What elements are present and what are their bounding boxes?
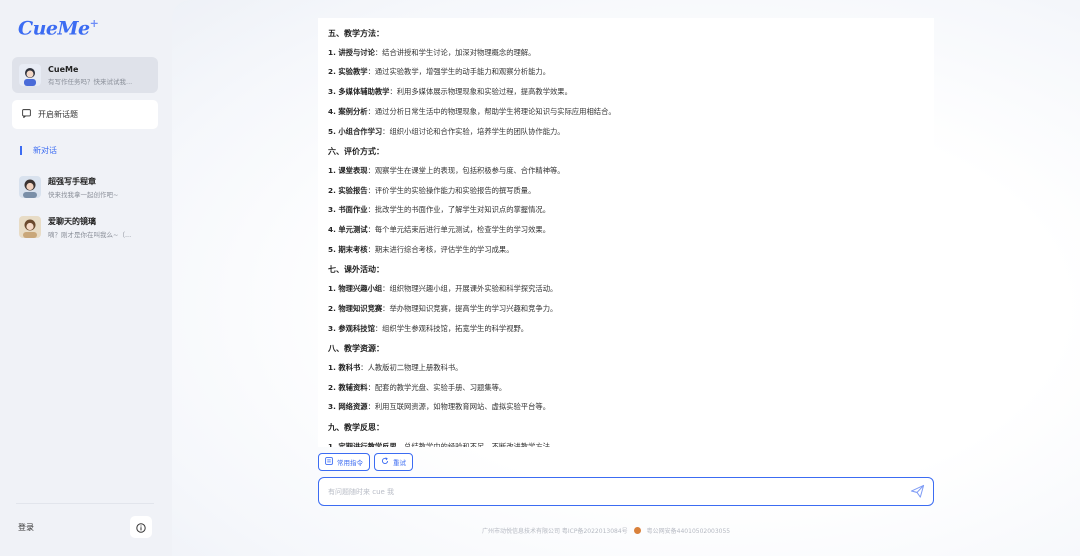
avatar: [19, 176, 41, 198]
police-badge-icon: [633, 527, 641, 534]
bot-item-cueme[interactable]: CueMe 有写作任务吗？快来试试我...: [12, 57, 158, 93]
conversation-item-new-chat[interactable]: 新对话: [20, 145, 57, 156]
list-item-label: 5. 期末考核: [328, 244, 368, 254]
refresh-icon: [381, 457, 389, 467]
list-item: 2. 教辅资料：配套的教学光盘、实验手册、习题集等。: [328, 383, 506, 393]
bot-item-chatter[interactable]: 爱聊天的镜璃 嘀？刚才是你在叫我么~（...: [12, 209, 158, 245]
avatar: [19, 64, 41, 86]
list-item-label: 2. 实验报告: [328, 185, 368, 195]
list-item-label: 4. 案例分析: [328, 106, 368, 116]
section-heading: 八、教学资源：: [328, 344, 384, 354]
list-item: 4. 案例分析：通过分析日常生活中的物理现象，帮助学生将理论知识与实际应用相结合…: [328, 107, 616, 117]
main-area: 五、教学方法： 1. 讲授与讨论：结合讲授和学生讨论，加深对物理概念的理解。 2. …: [172, 0, 1080, 556]
section-heading: 七、课外活动：: [328, 265, 384, 275]
list-item-label: 1. 教科书: [328, 362, 361, 372]
list-item-label: 2. 物理知识竞赛: [328, 303, 383, 313]
police-text[interactable]: 粤公网安备44010502003055: [647, 526, 730, 535]
list-item: 1. 讲授与讨论：结合讲授和学生讨论，加深对物理概念的理解。: [328, 48, 535, 58]
message-content: 五、教学方法： 1. 讲授与讨论：结合讲授和学生讨论，加深对物理概念的理解。 2. …: [318, 18, 934, 447]
divider: [16, 503, 154, 504]
new-topic-button[interactable]: 开启新话题: [12, 100, 158, 129]
list-item: 1. 教科书：人教版初二物理上册教科书。: [328, 363, 462, 373]
bot-name: 爱聊天的镜璃: [48, 216, 96, 226]
bot-item-writer[interactable]: 超强写手程章 快来找我拿一起创作吧~: [12, 169, 158, 205]
list-item-label: 3. 书面作业: [328, 205, 368, 215]
bot-desc: 嘀？刚才是你在叫我么~（...: [48, 230, 132, 239]
list-item-label: 1. 讲授与讨论: [328, 47, 375, 57]
list-item: 1. 课堂表现：观察学生在课堂上的表现，包括积极参与度、合作精神等。: [328, 166, 565, 176]
list-item: 4. 单元测试：每个单元结束后进行单元测试，检查学生的学习效果。: [328, 225, 550, 235]
retry-button[interactable]: 重试: [374, 453, 413, 471]
list-item: 5. 期末考核：期末进行综合考核，评估学生的学习成果。: [328, 245, 514, 255]
list-item-label: 4. 单元测试: [328, 225, 368, 234]
list-item-text: ：观察学生在课堂上的表现，包括积极参与度、合作精神等。: [367, 165, 565, 175]
list-item-text: ：组织学生参观科技馆，拓宽学生的科学视野。: [374, 323, 529, 333]
list-item-text: ：人教版初二物理上册教科书。: [360, 362, 463, 372]
list-item-text: ：利用互联网资源，如物理教育网站、虚拟实验平台等。: [367, 402, 550, 412]
action-bar: 常用指令 重试: [318, 453, 413, 471]
list-item-label: 1. 物理兴趣小组: [328, 284, 383, 294]
list-item-text: ：批改学生的书面作业，了解学生对知识点的掌握情况。: [367, 205, 550, 215]
common-commands-label: 常用指令: [337, 459, 363, 467]
list-item-text: ：通过分析日常生活中的物理现象，帮助学生将理论知识与实际应用相结合。: [367, 106, 616, 116]
info-button[interactable]: [130, 516, 152, 538]
list-item-label: 1. 课堂表现: [328, 165, 368, 175]
send-icon[interactable]: [910, 484, 925, 503]
avatar: [19, 216, 41, 238]
active-indicator: [20, 146, 22, 155]
list-item: 5. 小组合作学习：组织小组讨论和合作实验，培养学生的团队协作能力。: [328, 127, 565, 137]
logo-mark: +: [89, 17, 99, 30]
section-heading: 九、教学反思：: [328, 423, 384, 432]
icp-text[interactable]: 广州市动悦信息技术有限公司 粤ICP备2022013084号: [482, 526, 628, 535]
list-item-text: ：每个单元结束后进行单元测试，检查学生的学习效果。: [367, 225, 550, 234]
conversation-label: 新对话: [33, 146, 57, 155]
list-item-label: 3. 参观科技馆: [328, 323, 375, 333]
list-item: 1. 定期进行教学反思，总结教学中的经验和不足，不断改进教学方法。: [328, 442, 557, 447]
footer: 广州市动悦信息技术有限公司 粤ICP备2022013084号 粤公网安备4401…: [482, 526, 730, 535]
list-item: 3. 多媒体辅助教学：利用多媒体展示物理现象和实验过程，提高教学效果。: [328, 87, 572, 97]
list-item-label: 2. 实验教学: [328, 67, 368, 77]
list-item-text: ：举办物理知识竞赛，提高学生的学习兴趣和竞争力。: [382, 303, 558, 313]
list-item: 3. 网络资源：利用互联网资源，如物理教育网站、虚拟实验平台等。: [328, 402, 550, 412]
list-item: 2. 实验报告：评价学生的实验操作能力和实验报告的撰写质量。: [328, 186, 535, 196]
bot-desc: 快来找我拿一起创作吧~: [48, 190, 119, 199]
bot-name: 超强写手程章: [48, 176, 96, 186]
list-item-text: ：组织小组讨论和合作实验，培养学生的团队协作能力。: [382, 126, 565, 136]
section-heading: 六、评价方式：: [328, 147, 384, 157]
list-item: 2. 实验教学：通过实验教学，增强学生的动手能力和观察分析能力。: [328, 67, 550, 77]
sidebar: CueMe+ CueMe 有写作任务吗？快来试试我... 开启新话题 新对话 超…: [0, 0, 172, 556]
list-item-text: ：期末进行综合考核，评估学生的学习成果。: [367, 244, 514, 254]
login-link[interactable]: 登录: [18, 522, 34, 533]
bot-desc: 有写作任务吗？快来试试我...: [48, 77, 133, 86]
chat-input-box: [318, 477, 934, 506]
chat-plus-icon: [22, 109, 31, 120]
list-item-text: ：通过实验教学，增强学生的动手能力和观察分析能力。: [367, 67, 550, 77]
list-item-text: ：利用多媒体展示物理现象和实验过程，提高教学效果。: [389, 87, 572, 97]
list-item-text: ：结合讲授和学生讨论，加深对物理概念的理解。: [374, 47, 536, 57]
logo-text: CueMe: [18, 17, 90, 40]
list-item-label: 2. 教辅资料: [328, 382, 368, 392]
command-icon: [325, 457, 333, 467]
list-item-label: 3. 多媒体辅助教学: [328, 87, 390, 97]
common-commands-button[interactable]: 常用指令: [318, 453, 370, 471]
bot-name: CueMe: [48, 64, 79, 74]
list-item-text: ：组织物理兴趣小组，开展课外实验和科学探究活动。: [382, 284, 558, 294]
section-heading: 五、教学方法：: [328, 29, 384, 38]
list-item: 3. 参观科技馆：组织学生参观科技馆，拓宽学生的科学视野。: [328, 324, 528, 334]
list-item-label: 3. 网络资源: [328, 402, 368, 412]
list-item-label: 1. 定期进行教学反思: [328, 441, 397, 447]
list-item-label: 5. 小组合作学习: [328, 126, 383, 136]
new-topic-label: 开启新话题: [38, 110, 78, 119]
app-logo[interactable]: CueMe+: [18, 17, 99, 40]
chat-input[interactable]: [328, 487, 888, 496]
info-icon: [136, 518, 146, 537]
list-item-text: ：评价学生的实验操作能力和实验报告的撰写质量。: [367, 185, 536, 195]
list-item: 1. 物理兴趣小组：组织物理兴趣小组，开展课外实验和科学探究活动。: [328, 284, 557, 294]
retry-label: 重试: [393, 459, 406, 467]
list-item: 3. 书面作业：批改学生的书面作业，了解学生对知识点的掌握情况。: [328, 205, 550, 215]
list-item: 2. 物理知识竞赛：举办物理知识竞赛，提高学生的学习兴趣和竞争力。: [328, 304, 557, 314]
list-item-text: ：配套的教学光盘、实验手册、习题集等。: [367, 382, 507, 392]
list-item-text: ，总结教学中的经验和不足，不断改进教学方法。: [396, 441, 558, 447]
